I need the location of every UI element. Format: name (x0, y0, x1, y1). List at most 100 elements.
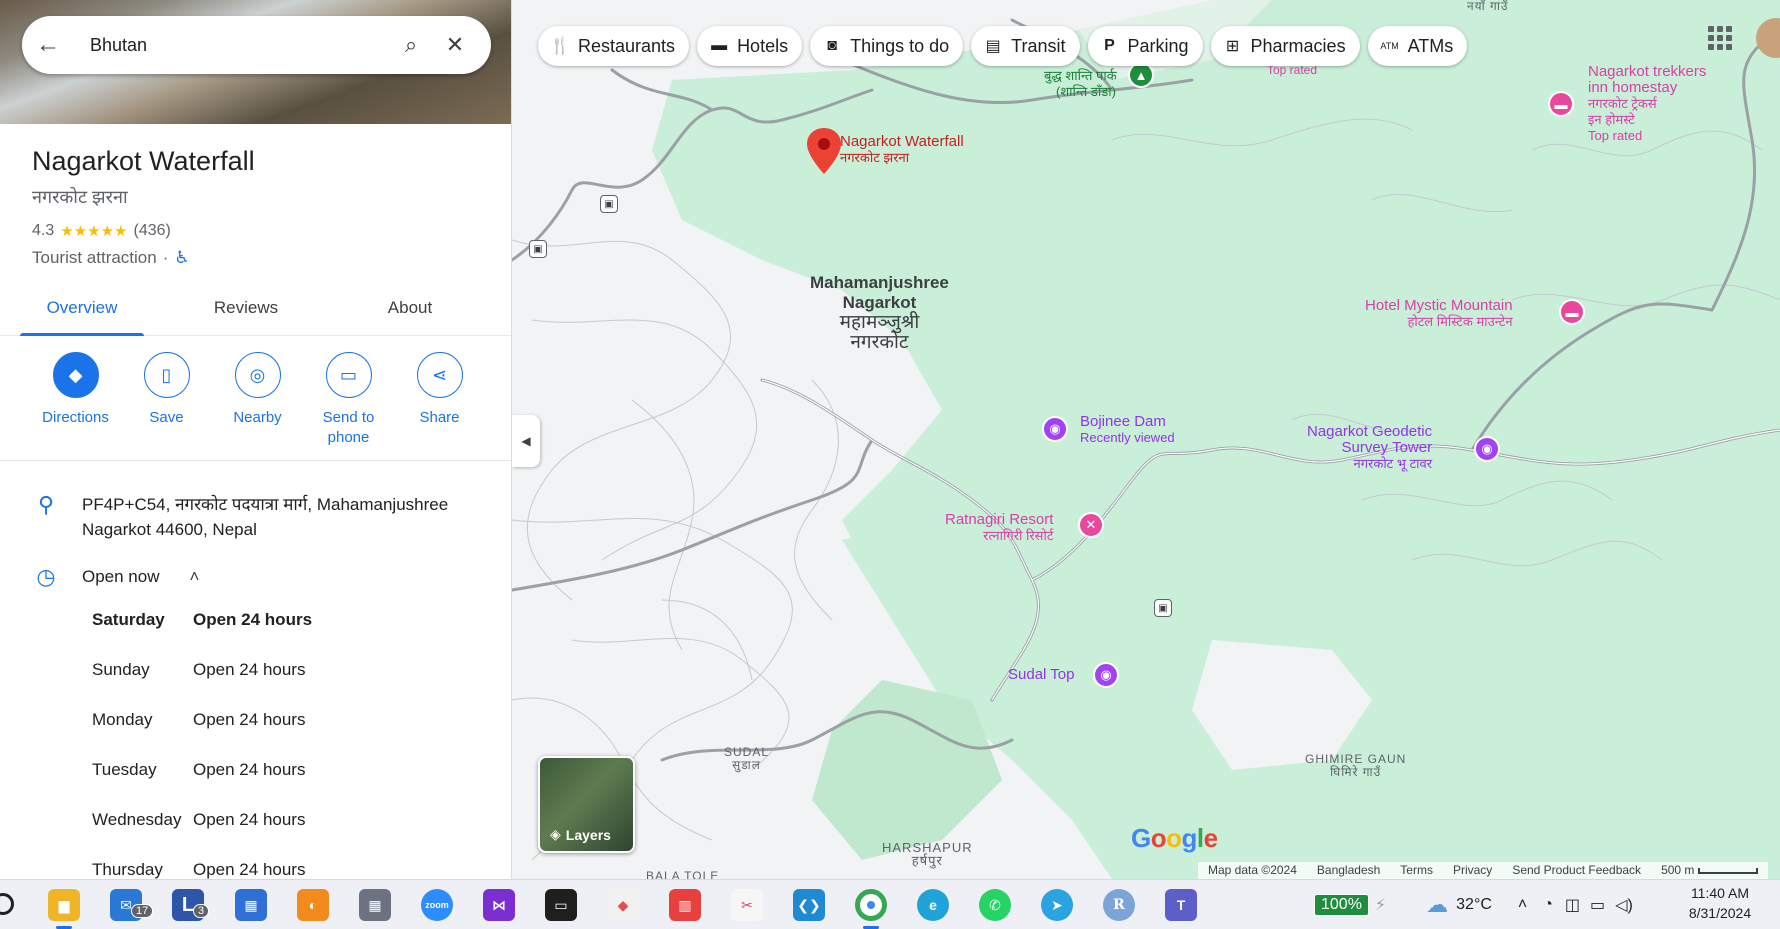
chrome-icon[interactable] (855, 889, 887, 921)
terminal-icon[interactable]: ▭ (545, 889, 577, 921)
save-button[interactable]: ▯ Save (121, 352, 212, 448)
game-icon[interactable]: ◐ (297, 889, 329, 921)
layers-button[interactable]: ◈ Layers (538, 756, 635, 853)
rating-row[interactable]: 4.3 ★★★★★ (436) (32, 222, 171, 240)
bus-stop-icon[interactable]: ▣ (1154, 599, 1172, 617)
nearby-button[interactable]: ◎ Nearby (212, 352, 303, 448)
hours-toggle[interactable]: ◷ Open now ˄ (32, 564, 199, 589)
map-label-top-partial-text: नयाँ गाउँ (1467, 0, 1509, 13)
hours-row: Wednesday Open 24 hours (92, 810, 312, 860)
share-button[interactable]: ⋖ Share (394, 352, 485, 448)
scissors-icon[interactable]: ✂ (731, 889, 763, 921)
calculator-icon[interactable]: ▦ (359, 889, 391, 921)
directions-button[interactable]: ◆ Directions (30, 352, 121, 448)
r-app-icon[interactable]: R (1103, 889, 1135, 921)
tab-reviews[interactable]: Reviews (164, 282, 328, 335)
accessibility-icon[interactable]: ♿ (174, 248, 189, 268)
wifi-icon[interactable]: ◔ (1543, 896, 1553, 914)
zoom-label: zoom (425, 900, 449, 910)
chip-pharmacies[interactable]: ⊞ Pharmacies (1210, 26, 1360, 66)
weather-cloud-icon[interactable]: ☁ (1426, 892, 1448, 918)
search-icon[interactable]: ⌕ (389, 32, 433, 58)
map-label-geodetic[interactable]: Nagarkot Geodetic Survey Tower नगरकोट भू… (1307, 424, 1432, 472)
volume-icon[interactable]: ◁) (1615, 895, 1633, 915)
whatsapp-icon[interactable]: ✆ (979, 889, 1011, 921)
bookmark-icon: ▯ (143, 352, 190, 398)
google-apps-icon[interactable] (1708, 26, 1732, 50)
bus-stop-icon[interactable]: ▣ (529, 240, 547, 258)
chip-atms[interactable]: ATM ATMs (1367, 26, 1468, 66)
map-label-town-name2: Nagarkot (842, 293, 917, 312)
chevron-up-icon[interactable]: ˄ (190, 564, 200, 589)
send-to-phone-button[interactable]: ▭ Send to phone (303, 352, 394, 448)
teams-icon[interactable]: T (1165, 889, 1197, 921)
search-circle-icon[interactable] (0, 893, 14, 915)
place-title: Nagarkot Waterfall (32, 146, 255, 176)
battery-percentage[interactable]: 100% (1314, 894, 1369, 916)
clock[interactable]: 11:40 AM 8/31/2024 (1670, 883, 1770, 923)
chip-parking[interactable]: P Parking (1087, 26, 1203, 66)
map-label-town[interactable]: Mahamanjushree Nagarkot महामञ्जुश्री नगर… (810, 273, 949, 353)
mail-badge: 17 (131, 904, 154, 918)
address-row[interactable]: ⚲ PF4P+C54, नगरकोट पदयात्रा मार्ग, Maham… (32, 492, 472, 542)
map-label-buddha-park-name: बुद्ध शान्ति पार्क (1044, 68, 1117, 83)
chevron-left-icon: ◀ (521, 434, 531, 448)
camera-icon[interactable]: ◉ (1474, 436, 1500, 462)
edge-icon[interactable]: e (917, 889, 949, 921)
chip-hotels[interactable]: ▬ Hotels (697, 26, 803, 66)
camera-icon[interactable]: ◉ (1093, 662, 1119, 688)
map-canvas[interactable]: Nagarkot Waterfall नगरकोट झरना Mahamanju… (512, 0, 1780, 879)
temperature[interactable]: 32°C (1456, 896, 1492, 914)
device-icon[interactable]: ◫ (1565, 895, 1580, 915)
snip-icon[interactable]: ◆ (607, 889, 639, 921)
back-arrow-icon[interactable]: ← (36, 31, 68, 59)
red-marker-icon[interactable] (807, 128, 841, 174)
battery-icon[interactable]: ▭ (1590, 895, 1605, 915)
map-label-town-hi2: नगरकोट (850, 332, 909, 353)
map-label-hotel-mystic[interactable]: Hotel Mystic Mountain होटल मिस्टिक माउन्… (1365, 298, 1513, 330)
camera-icon[interactable]: ◉ (1042, 416, 1068, 442)
map-label-bala-tole-name: BALA TOLE (646, 869, 720, 880)
map-label-waterfall[interactable]: Nagarkot Waterfall नगरकोट झरना (840, 134, 964, 166)
country-link[interactable]: Bangladesh (1307, 862, 1390, 879)
feedback-link[interactable]: Send Product Feedback (1502, 862, 1651, 879)
map-label-ratnagiri[interactable]: Ratnagiri Resort रत्नागिरी रिसोर्ट (945, 512, 1053, 544)
hotel-icon[interactable]: ▬ (1548, 91, 1574, 117)
map-label-trekkers[interactable]: Nagarkot trekkers inn homestay नगरकोट ट्… (1588, 64, 1706, 144)
map-label-bojinee[interactable]: Bojinee Dam Recently viewed (1080, 414, 1175, 446)
scale-bar[interactable]: 500 m (1651, 862, 1768, 879)
collapse-panel-button[interactable]: ◀ (512, 415, 540, 467)
rating-value: 4.3 (32, 222, 55, 239)
terms-link[interactable]: Terms (1390, 862, 1443, 879)
file-explorer-icon[interactable]: ▆ (48, 889, 80, 921)
paint-icon[interactable]: ▥ (669, 889, 701, 921)
telegram-icon[interactable]: ➤ (1041, 889, 1073, 921)
action-label: Share (419, 409, 460, 426)
tab-about[interactable]: About (328, 282, 492, 335)
visual-studio-icon[interactable]: ⋈ (483, 889, 515, 921)
map-label-harshapur: HARSHAPUR हर्षपुर (882, 841, 973, 867)
chevron-up-icon[interactable]: ˄ (1518, 896, 1527, 914)
tab-overview[interactable]: Overview (0, 282, 164, 336)
close-icon[interactable]: ✕ (433, 32, 477, 58)
vscode-icon[interactable]: ❮❯ (793, 889, 825, 921)
chip-transit[interactable]: ▤ Transit (971, 26, 1080, 66)
restaurant-icon: 🍴 (550, 38, 570, 55)
map-label-buddha-park[interactable]: बुद्ध शान्ति पार्क (शान्ति डाँडा) (1044, 68, 1117, 100)
review-count[interactable]: (436) (134, 222, 171, 240)
bus-stop-icon[interactable]: ▣ (600, 195, 618, 213)
hours-table: Saturday Open 24 hours Sunday Open 24 hour… (92, 610, 312, 879)
hours-row: Sunday Open 24 hours (92, 660, 312, 710)
map-label-sudal-top[interactable]: Sudal Top (1008, 667, 1074, 683)
chip-restaurants[interactable]: 🍴 Restaurants (538, 26, 690, 66)
privacy-link[interactable]: Privacy (1443, 862, 1502, 879)
place-native-name: नगरकोट झरना (32, 187, 128, 207)
chip-things-to-do[interactable]: ◙ Things to do (810, 26, 964, 66)
zoom-icon[interactable]: zoom (421, 889, 453, 921)
resort-icon[interactable]: ✕ (1078, 512, 1104, 538)
store-icon[interactable]: ▦ (235, 889, 267, 921)
hotel-icon[interactable]: ▬ (1559, 299, 1585, 325)
hotel-icon: ▬ (711, 37, 728, 54)
search-input[interactable] (68, 34, 389, 56)
place-category[interactable]: Tourist attraction (32, 248, 157, 268)
